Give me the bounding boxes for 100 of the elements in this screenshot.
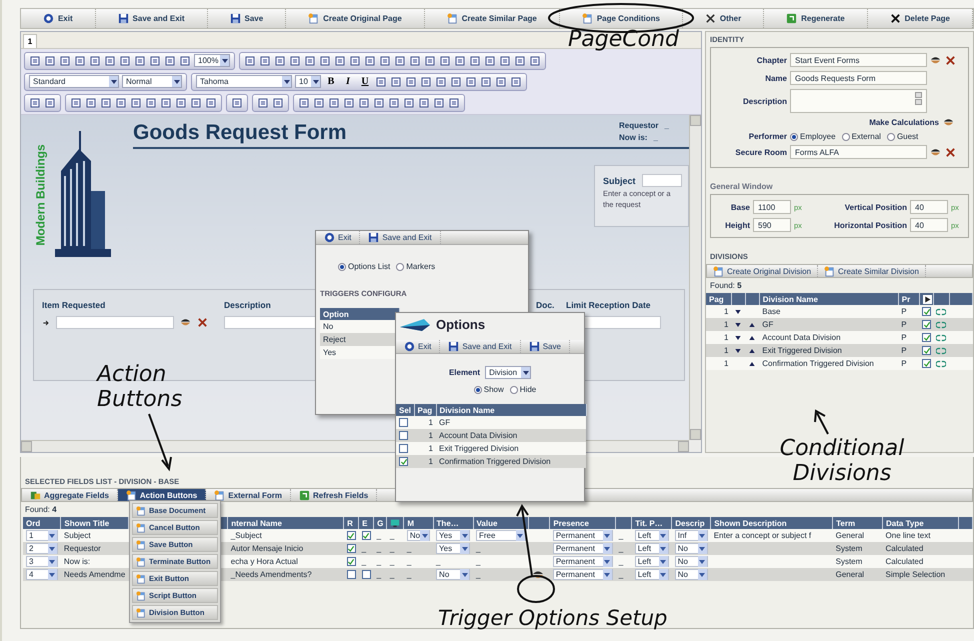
- toolbar-tool-icon[interactable]: [495, 76, 507, 88]
- checkbox[interactable]: [346, 544, 356, 554]
- element-select[interactable]: Division: [485, 366, 532, 379]
- toolbar-button[interactable]: Create Similar Division: [818, 265, 926, 277]
- date-input[interactable]: [583, 316, 661, 329]
- toolbar-tool-icon[interactable]: [390, 76, 402, 88]
- toolbar-button[interactable]: Regenerate: [764, 9, 867, 28]
- format-select[interactable]: Normal: [122, 75, 182, 88]
- number-field[interactable]: 1100: [753, 200, 791, 214]
- toolbar-tool-icon[interactable]: [115, 96, 127, 108]
- format-button[interactable]: U: [358, 74, 372, 88]
- cell-select[interactable]: No: [674, 543, 708, 554]
- toolbar-tool-icon[interactable]: [529, 54, 541, 66]
- format-button[interactable]: B: [324, 74, 338, 88]
- checkbox[interactable]: [399, 431, 408, 440]
- toolbar-tool-icon[interactable]: [298, 96, 310, 108]
- checkbox[interactable]: [399, 457, 408, 466]
- checkbox[interactable]: [922, 320, 932, 330]
- toolbar-tool-icon[interactable]: [343, 96, 355, 108]
- cell-select[interactable]: No: [674, 556, 708, 567]
- cell-select[interactable]: 4: [26, 569, 58, 580]
- toolbar-tool-icon[interactable]: [435, 76, 447, 88]
- toolbar-tool-icon[interactable]: [89, 54, 101, 66]
- toolbar-tool-icon[interactable]: [394, 54, 406, 66]
- cell-select[interactable]: Inf: [674, 530, 708, 541]
- toolbar-tool-icon[interactable]: [145, 96, 157, 108]
- toolbar-tool-icon[interactable]: [100, 96, 112, 108]
- toolbar-button[interactable]: Other: [682, 9, 764, 28]
- radio-option[interactable]: Employee: [790, 132, 836, 141]
- toolbar-tool-icon[interactable]: [375, 76, 387, 88]
- cell-select[interactable]: Left: [634, 530, 669, 541]
- format-button[interactable]: I: [341, 74, 355, 88]
- toolbar-tool-icon[interactable]: [29, 54, 41, 66]
- cell-select[interactable]: Permanent: [552, 556, 613, 567]
- toolbar-tool-icon[interactable]: [29, 96, 41, 108]
- toolbar-button[interactable]: Refresh Fields: [291, 489, 378, 501]
- dialog-button[interactable]: Exit: [396, 340, 440, 353]
- cell-select[interactable]: No: [436, 569, 470, 580]
- toolbar-tool-icon[interactable]: [259, 54, 271, 66]
- toolbar-tool-icon[interactable]: [358, 96, 370, 108]
- cell-select[interactable]: 3: [26, 556, 58, 567]
- toolbar-tool-icon[interactable]: [59, 54, 71, 66]
- toolbar-tool-icon[interactable]: [85, 96, 97, 108]
- dialog-button[interactable]: Save: [520, 340, 570, 353]
- font-select[interactable]: Tahoma: [196, 75, 292, 88]
- toolbar-button[interactable]: Create Original Division: [707, 265, 818, 277]
- toolbar-tool-icon[interactable]: [420, 76, 432, 88]
- toolbar-tool-icon[interactable]: [179, 54, 191, 66]
- toolbar-tool-icon[interactable]: [175, 96, 187, 108]
- toolbar-button[interactable]: Delete Page: [868, 9, 972, 28]
- vertical-scrollbar[interactable]: [689, 115, 701, 440]
- toolbar-tool-icon[interactable]: [433, 96, 445, 108]
- number-field[interactable]: 40: [910, 200, 948, 214]
- toolbar-tool-icon[interactable]: [484, 54, 496, 66]
- toolbar-tool-icon[interactable]: [349, 54, 361, 66]
- cell-select[interactable]: Left: [634, 556, 669, 567]
- toolbar-tool-icon[interactable]: [74, 54, 86, 66]
- toolbar-tool-icon[interactable]: [44, 54, 56, 66]
- toolbar-tool-icon[interactable]: [454, 54, 466, 66]
- checkbox[interactable]: [399, 418, 408, 428]
- checkbox[interactable]: [346, 570, 356, 580]
- dialog-button[interactable]: Save and Exit: [360, 231, 441, 244]
- toolbar-tool-icon[interactable]: [289, 54, 301, 66]
- checkbox[interactable]: [346, 557, 356, 566]
- toolbar-tool-icon[interactable]: [164, 54, 176, 66]
- toolbar-tool-icon[interactable]: [405, 76, 417, 88]
- cell-select[interactable]: Permanent: [552, 569, 613, 580]
- checkbox[interactable]: [922, 346, 932, 356]
- toolbar-tool-icon[interactable]: [328, 96, 340, 108]
- cell-select[interactable]: Permanent: [552, 543, 613, 554]
- dialog-button[interactable]: Save and Exit: [440, 340, 521, 353]
- checkbox[interactable]: [362, 570, 371, 580]
- toolbar-button[interactable]: Save: [208, 9, 286, 28]
- cell-select[interactable]: Yes: [436, 530, 470, 541]
- toolbar-tool-icon[interactable]: [160, 96, 172, 108]
- number-field[interactable]: 40: [910, 218, 948, 232]
- toolbar-tool-icon[interactable]: [364, 54, 376, 66]
- cell-select[interactable]: No: [406, 530, 430, 541]
- cell-select[interactable]: Left: [634, 569, 669, 580]
- cell-select[interactable]: 2: [26, 543, 58, 554]
- toolbar-tool-icon[interactable]: [448, 96, 460, 108]
- toolbar-tool-icon[interactable]: [272, 96, 284, 108]
- toolbar-tool-icon[interactable]: [205, 96, 217, 108]
- toolbar-tool-icon[interactable]: [439, 54, 451, 66]
- toolbar-tool-icon[interactable]: [244, 54, 256, 66]
- toolbar-tool-icon[interactable]: [104, 54, 116, 66]
- toolbar-tool-icon[interactable]: [231, 96, 243, 108]
- lookup-field[interactable]: Forms ALFA: [790, 145, 927, 159]
- cell-select[interactable]: Permanent: [552, 530, 613, 541]
- toolbar-tool-icon[interactable]: [334, 54, 346, 66]
- toolbar-button[interactable]: Save and Exit: [96, 9, 207, 28]
- item-input[interactable]: [56, 316, 174, 329]
- toolbar-button[interactable]: Exit: [21, 9, 95, 28]
- toolbar-tool-icon[interactable]: [418, 96, 430, 108]
- lookup-field[interactable]: Start Event Forms: [790, 53, 927, 67]
- toolbar-tool-icon[interactable]: [424, 54, 436, 66]
- radio-option[interactable]: Guest: [886, 132, 918, 141]
- toolbar-button[interactable]: Create Similar Page: [424, 9, 559, 28]
- toolbar-tool-icon[interactable]: [403, 96, 415, 108]
- number-field[interactable]: 590: [753, 218, 791, 232]
